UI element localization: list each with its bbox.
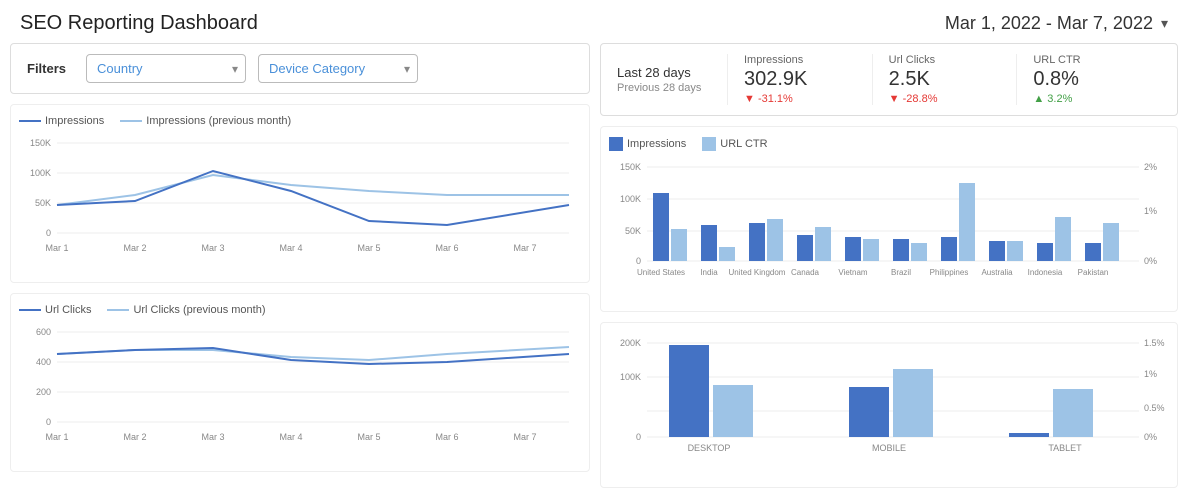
svg-text:Mar 7: Mar 7 [513,243,536,253]
svg-text:United States: United States [637,268,685,277]
svg-text:Mar 6: Mar 6 [435,243,458,253]
svg-text:Mar 2: Mar 2 [123,243,146,253]
svg-text:50K: 50K [35,198,51,208]
svg-text:600: 600 [36,327,51,337]
url-clicks-prev-legend-line [107,309,129,311]
device-svg: 200K 100K 0 1.5% 1% 0.5% 0% DESKTOP [609,333,1169,478]
svg-text:MOBILE: MOBILE [872,443,906,453]
svg-text:1%: 1% [1144,369,1157,379]
svg-text:0%: 0% [1144,256,1157,266]
url-clicks-change: ▼ -28.8% [889,93,938,105]
svg-text:0: 0 [636,256,641,266]
svg-text:0.5%: 0.5% [1144,403,1165,413]
svg-text:100K: 100K [620,194,641,204]
stats-box: Last 28 days Previous 28 days Impression… [600,43,1178,116]
svg-text:0: 0 [636,432,641,442]
svg-text:Mar 3: Mar 3 [201,432,224,442]
svg-text:Mar 1: Mar 1 [45,432,68,442]
url-clicks-metric: Url Clicks 2.5K ▼ -28.8% [872,54,1017,105]
svg-text:Canada: Canada [791,268,820,277]
country-ctr-legend-box [702,137,716,151]
stats-period-main: Last 28 days [617,65,727,80]
date-range-arrow[interactable]: ▾ [1161,15,1168,32]
svg-text:Mar 1: Mar 1 [45,243,68,253]
svg-text:Mar 2: Mar 2 [123,432,146,442]
url-clicks-chart: Url Clicks Url Clicks (previous month) 6… [10,293,590,472]
svg-text:0: 0 [46,228,51,238]
svg-text:0%: 0% [1144,432,1157,442]
svg-text:Mar 5: Mar 5 [357,432,380,442]
country-impressions-label: Impressions [627,138,686,150]
svg-text:Brazil: Brazil [891,268,911,277]
filters-label: Filters [27,61,66,76]
svg-text:Indonesia: Indonesia [1028,268,1063,277]
svg-text:DESKTOP: DESKTOP [688,443,731,453]
svg-text:Philippines: Philippines [930,268,969,277]
impressions-value: 302.9K [744,68,807,91]
url-clicks-legend-line [19,309,41,311]
svg-text:400: 400 [36,357,51,367]
impressions-chart: Impressions Impressions (previous month)… [10,104,590,283]
impressions-metric: Impressions 302.9K ▼ -31.1% [727,54,872,105]
device-chart: 200K 100K 0 1.5% 1% 0.5% 0% DESKTOP [600,322,1178,488]
url-ctr-metric: URL CTR 0.8% ▲ 3.2% [1016,54,1161,105]
svg-text:150K: 150K [30,138,51,148]
svg-text:2%: 2% [1144,162,1157,172]
svg-text:1.5%: 1.5% [1144,338,1165,348]
svg-text:0: 0 [46,417,51,427]
impressions-label: Impressions [744,54,803,66]
svg-text:100K: 100K [620,372,641,382]
svg-text:50K: 50K [625,226,641,236]
svg-text:Mar 7: Mar 7 [513,432,536,442]
svg-text:150K: 150K [620,162,641,172]
svg-text:Mar 4: Mar 4 [279,243,302,253]
country-select[interactable]: Country [86,54,246,83]
svg-text:100K: 100K [30,168,51,178]
url-clicks-svg: 600 400 200 0 Mar 1 Mar 2 Mar 3 Mar 4 Ma… [19,322,575,462]
url-clicks-value: 2.5K [889,68,930,91]
svg-text:Mar 5: Mar 5 [357,243,380,253]
url-clicks-legend-label: Url Clicks [45,304,91,316]
svg-text:United Kingdom: United Kingdom [729,268,786,277]
impressions-legend-line [19,120,41,122]
svg-text:India: India [700,268,718,277]
stats-period-sub: Previous 28 days [617,82,727,94]
country-filter[interactable]: Country [86,54,246,83]
device-category-select[interactable]: Device Category [258,54,418,83]
country-legend: Impressions URL CTR [609,137,1169,151]
country-impressions-legend-box [609,137,623,151]
country-svg: 150K 100K 50K 0 2% 1% 0% [609,157,1169,302]
svg-text:Mar 3: Mar 3 [201,243,224,253]
url-ctr-value: 0.8% [1033,68,1079,91]
svg-text:TABLET: TABLET [1048,443,1082,453]
svg-text:Mar 6: Mar 6 [435,432,458,442]
filters-bar: Filters Country Device Category [10,43,590,94]
country-ctr-label: URL CTR [720,138,767,150]
url-ctr-label: URL CTR [1033,54,1080,66]
impressions-prev-legend-label: Impressions (previous month) [146,115,291,127]
impressions-legend-label: Impressions [45,115,104,127]
country-chart: Impressions URL CTR 150K 100K 50K 0 [600,126,1178,312]
svg-text:Pakistan: Pakistan [1078,268,1109,277]
svg-text:Australia: Australia [981,268,1013,277]
svg-text:200K: 200K [620,338,641,348]
impressions-prev-legend-line [120,120,142,122]
url-clicks-prev-legend-label: Url Clicks (previous month) [133,304,265,316]
svg-text:Mar 4: Mar 4 [279,432,302,442]
url-clicks-label: Url Clicks [889,54,935,66]
impressions-svg: 150K 100K 50K 0 Mar 1 Mar 2 Mar 3 Mar 4 … [19,133,575,273]
url-clicks-legend: Url Clicks Url Clicks (previous month) [19,304,581,316]
impressions-legend: Impressions Impressions (previous month) [19,115,581,127]
device-category-filter[interactable]: Device Category [258,54,418,83]
svg-text:Vietnam: Vietnam [838,268,868,277]
date-range: Mar 1, 2022 - Mar 7, 2022 [945,13,1153,34]
svg-text:1%: 1% [1144,206,1157,216]
page-title: SEO Reporting Dashboard [20,12,258,35]
impressions-change: ▼ -31.1% [744,93,793,105]
url-ctr-change: ▲ 3.2% [1033,93,1072,105]
stats-period: Last 28 days Previous 28 days [617,54,727,105]
svg-text:200: 200 [36,387,51,397]
